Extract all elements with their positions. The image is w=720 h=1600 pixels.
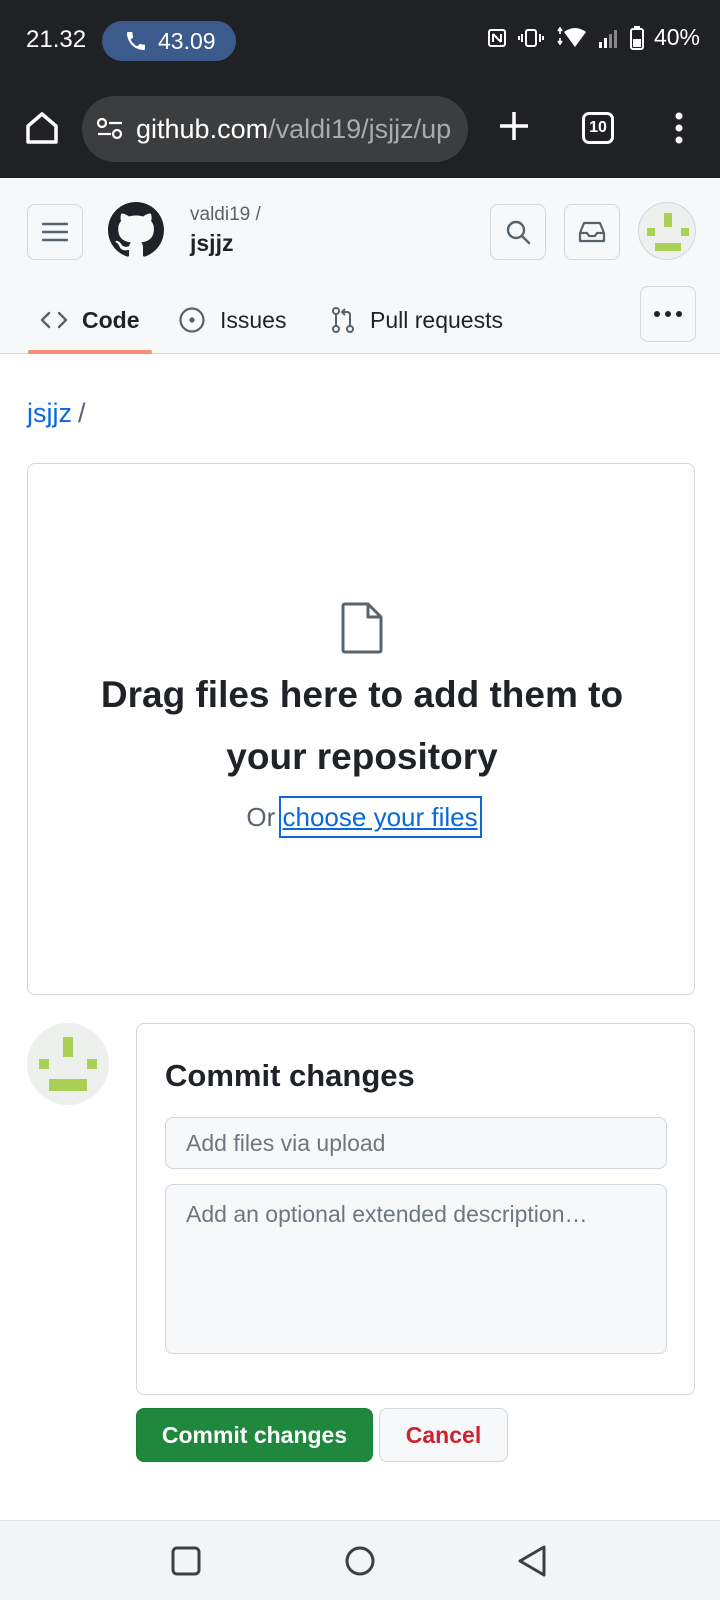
drop-zone-title: Drag files here to add them to your repo… bbox=[100, 674, 624, 777]
repo-header: valdi19 / jsjjz Code Issues Pull request… bbox=[0, 178, 720, 354]
cancel-button[interactable]: Cancel bbox=[379, 1408, 508, 1462]
file-icon bbox=[341, 602, 383, 654]
breadcrumb: jsjjz / bbox=[27, 398, 86, 429]
url-text: github.com/valdi19/jsjjz/up bbox=[136, 114, 451, 145]
user-avatar[interactable] bbox=[638, 202, 696, 260]
more-tabs-button[interactable] bbox=[640, 286, 696, 342]
nfc-icon bbox=[487, 28, 506, 47]
commit-title: Commit changes bbox=[165, 1058, 415, 1093]
url-host: github.com bbox=[136, 113, 269, 144]
wifi-icon bbox=[557, 26, 586, 47]
status-bar: 21.32 43.09 40% bbox=[0, 0, 720, 84]
file-drop-zone[interactable]: Drag files here to add them to your repo… bbox=[27, 463, 695, 995]
choose-files-link[interactable]: choose your files bbox=[278, 796, 482, 838]
address-bar[interactable]: github.com/valdi19/jsjjz/up bbox=[82, 96, 468, 162]
github-logo-icon[interactable] bbox=[108, 202, 164, 258]
tab-pull-requests[interactable]: Pull requests bbox=[330, 286, 503, 354]
status-icons: 40% bbox=[486, 24, 700, 51]
tab-count: 10 bbox=[589, 119, 607, 136]
search-icon bbox=[506, 220, 531, 245]
tab-label: Code bbox=[82, 306, 140, 333]
url-path: /valdi19/jsjjz/up bbox=[268, 113, 452, 144]
repo-nav-tabs: Code Issues Pull requests bbox=[0, 286, 720, 354]
repo-name[interactable]: jsjjz bbox=[190, 230, 233, 257]
more-options-icon[interactable] bbox=[664, 108, 694, 148]
phone-icon bbox=[127, 32, 145, 50]
search-button[interactable] bbox=[490, 204, 546, 260]
status-time: 21.32 bbox=[26, 26, 87, 53]
signal-icon bbox=[598, 29, 617, 48]
drop-zone-subtitle: Or choose your files bbox=[28, 796, 696, 838]
battery-percent: 40% bbox=[653, 24, 700, 50]
vibrate-icon bbox=[517, 28, 544, 47]
repo-owner[interactable]: valdi19 / bbox=[190, 204, 261, 226]
issue-opened-icon bbox=[179, 307, 205, 333]
new-tab-icon[interactable] bbox=[494, 106, 534, 146]
site-settings-icon[interactable] bbox=[96, 117, 124, 141]
kebab-horizontal-icon bbox=[654, 311, 682, 317]
breadcrumb-repo-link[interactable]: jsjjz bbox=[27, 398, 72, 428]
tab-label: Pull requests bbox=[370, 306, 503, 333]
commit-form: Commit changes bbox=[136, 1023, 695, 1395]
battery-icon bbox=[629, 25, 644, 50]
git-pull-request-icon bbox=[332, 307, 354, 333]
commit-changes-button[interactable]: Commit changes bbox=[136, 1408, 373, 1462]
code-icon bbox=[40, 311, 68, 329]
breadcrumb-separator: / bbox=[78, 398, 86, 428]
tab-issues[interactable]: Issues bbox=[178, 286, 286, 354]
inbox-icon bbox=[578, 221, 606, 243]
identicon-icon bbox=[39, 1037, 97, 1091]
ongoing-call-pill[interactable]: 43.09 bbox=[102, 21, 236, 61]
call-duration: 43.09 bbox=[158, 27, 216, 54]
back-icon[interactable] bbox=[514, 1543, 550, 1579]
recents-icon[interactable] bbox=[168, 1543, 204, 1579]
commit-summary-input[interactable] bbox=[165, 1117, 667, 1169]
tab-switcher-button[interactable]: 10 bbox=[582, 112, 614, 144]
identicon-icon bbox=[647, 213, 689, 251]
system-nav-bar bbox=[0, 1520, 720, 1600]
inbox-button[interactable] bbox=[564, 204, 620, 260]
or-text: Or bbox=[246, 802, 276, 832]
commit-description-textarea[interactable] bbox=[165, 1184, 667, 1354]
home-nav-icon[interactable] bbox=[342, 1543, 378, 1579]
browser-toolbar: github.com/valdi19/jsjjz/up 10 bbox=[0, 84, 720, 178]
home-icon[interactable] bbox=[22, 108, 62, 148]
commit-author-avatar bbox=[27, 1023, 109, 1105]
tab-label: Issues bbox=[220, 306, 287, 333]
tab-code[interactable]: Code bbox=[28, 286, 152, 354]
hamburger-icon bbox=[42, 222, 68, 242]
global-menu-button[interactable] bbox=[27, 204, 83, 260]
